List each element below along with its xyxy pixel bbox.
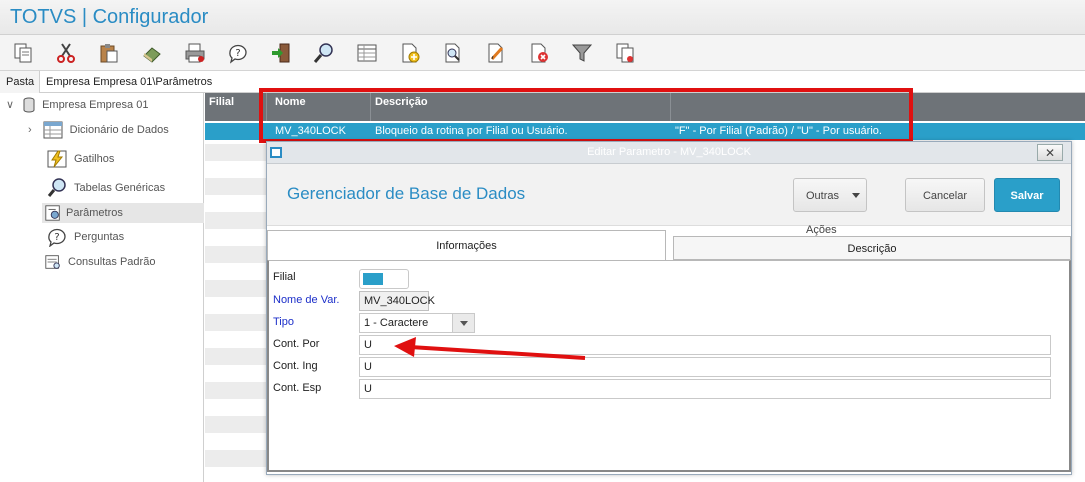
tree-item-consultas[interactable]: Consultas Padrão bbox=[44, 252, 155, 272]
tree-item-dicionario[interactable]: › Dicionário de Dados bbox=[28, 120, 169, 140]
expand-icon[interactable]: › bbox=[28, 120, 32, 140]
tab-label: Descrição bbox=[847, 243, 897, 255]
dialog-header-title: Gerenciador de Base de Dados bbox=[287, 184, 526, 203]
eraser-icon[interactable] bbox=[139, 40, 165, 66]
tree-item-parametros[interactable]: Parâmetros bbox=[42, 203, 204, 223]
question-icon: ? bbox=[46, 227, 68, 247]
tipo-select[interactable]: 1 - Caractere bbox=[359, 313, 475, 333]
cont-por-label: Cont. Por bbox=[273, 338, 320, 350]
lightning-icon bbox=[46, 149, 68, 169]
navigation-tree: ∨ Empresa Empresa 01 › Dicionário de Dad… bbox=[0, 93, 204, 482]
filial-label: Filial bbox=[273, 271, 296, 283]
close-button[interactable]: ✕ bbox=[1037, 144, 1063, 161]
cell-filial bbox=[205, 123, 267, 140]
tree-item-gatilhos[interactable]: Gatilhos bbox=[46, 149, 114, 169]
tab-descricao[interactable]: Descrição bbox=[673, 236, 1071, 260]
filter-icon[interactable] bbox=[569, 40, 595, 66]
collapse-icon[interactable]: ∨ bbox=[6, 95, 14, 115]
dialog-header: Gerenciador de Base de Dados Outras Açõe… bbox=[267, 164, 1071, 236]
row-stripe bbox=[205, 212, 267, 229]
search-icon[interactable] bbox=[311, 40, 337, 66]
dialog-tabs: Informações Descrição bbox=[267, 230, 1071, 260]
tree-item-label: Tabelas Genéricas bbox=[74, 182, 166, 194]
search-icon bbox=[46, 178, 68, 198]
table-icon bbox=[42, 120, 64, 140]
cont-ing-field[interactable]: U bbox=[359, 357, 1051, 377]
parameters-icon bbox=[44, 203, 62, 223]
tree-item-label: Consultas Padrão bbox=[68, 256, 156, 268]
more-actions-button[interactable]: Outras Ações bbox=[793, 178, 867, 236]
cancel-button[interactable]: Cancelar bbox=[905, 178, 985, 212]
row-stripe bbox=[205, 280, 267, 297]
print-icon[interactable] bbox=[182, 40, 208, 66]
tree-item-label: Parâmetros bbox=[66, 207, 123, 219]
query-icon bbox=[44, 252, 62, 272]
chevron-down-icon bbox=[852, 193, 860, 198]
dialog-title-bar[interactable]: Editar Parametro - MV_340LOCK ✕ bbox=[267, 142, 1071, 164]
tree-item-label: Perguntas bbox=[74, 231, 125, 243]
cut-icon[interactable] bbox=[53, 40, 79, 66]
chevron-down-icon[interactable] bbox=[452, 314, 474, 332]
add-document-icon[interactable] bbox=[397, 40, 423, 66]
help-icon[interactable]: ? bbox=[225, 40, 251, 66]
tab-label: Informações bbox=[436, 240, 497, 252]
edit-parameter-dialog: Editar Parametro - MV_340LOCK ✕ Gerencia… bbox=[266, 141, 1072, 475]
cont-por-field[interactable]: U bbox=[359, 335, 1051, 355]
dialog-title: Editar Parametro - MV_340LOCK bbox=[587, 146, 751, 158]
highlight-box bbox=[259, 88, 913, 143]
tipo-value: 1 - Caractere bbox=[364, 317, 429, 329]
tree-item-tabelas[interactable]: Tabelas Genéricas bbox=[46, 178, 165, 198]
close-icon: ✕ bbox=[1044, 145, 1056, 160]
tab-informacoes[interactable]: Informações bbox=[267, 230, 666, 260]
nome-label: Nome de Var. bbox=[273, 294, 340, 306]
edit-icon[interactable] bbox=[483, 40, 509, 66]
paste-icon[interactable] bbox=[96, 40, 122, 66]
app-title: TOTVS | Configurador bbox=[10, 6, 209, 28]
database-icon bbox=[22, 95, 36, 115]
table-icon[interactable] bbox=[354, 40, 380, 66]
filial-toggle[interactable] bbox=[359, 269, 409, 289]
row-stripe bbox=[205, 144, 267, 161]
tree-root-label: Empresa Empresa 01 bbox=[42, 99, 149, 111]
nome-field[interactable]: MV_340LOCK bbox=[359, 291, 435, 311]
title-bar: TOTVS | Configurador bbox=[0, 0, 1085, 35]
save-button[interactable]: Salvar bbox=[994, 178, 1060, 212]
row-stripe bbox=[205, 178, 267, 195]
cont-esp-field[interactable]: U bbox=[359, 379, 1051, 399]
column-filial[interactable]: Filial bbox=[205, 93, 267, 121]
folder-path: Empresa Empresa 01\Parâmetros bbox=[46, 76, 213, 88]
row-stripe bbox=[205, 348, 267, 365]
tree-root-company[interactable]: ∨ Empresa Empresa 01 bbox=[6, 95, 148, 115]
row-stripe bbox=[205, 382, 267, 399]
row-stripe bbox=[205, 416, 267, 433]
delete-document-icon[interactable] bbox=[526, 40, 552, 66]
toolbar: ? bbox=[0, 35, 1085, 71]
folder-label: Pasta bbox=[0, 71, 40, 93]
tree-item-label: Dicionário de Dados bbox=[69, 124, 169, 136]
tree-item-perguntas[interactable]: ? Perguntas bbox=[46, 227, 124, 247]
preview-icon[interactable] bbox=[440, 40, 466, 66]
row-stripe bbox=[205, 314, 267, 331]
tipo-label: Tipo bbox=[273, 316, 294, 328]
documents-icon[interactable] bbox=[612, 40, 638, 66]
toggle-knob bbox=[363, 273, 383, 285]
row-stripe bbox=[205, 246, 267, 263]
tree-item-label: Gatilhos bbox=[74, 153, 115, 165]
row-stripe bbox=[205, 450, 267, 467]
svg-text:?: ? bbox=[54, 232, 59, 243]
cont-ing-label: Cont. Ing bbox=[273, 360, 318, 372]
cont-esp-label: Cont. Esp bbox=[273, 382, 322, 394]
copy-icon[interactable] bbox=[10, 40, 36, 66]
svg-text:?: ? bbox=[235, 48, 240, 59]
exit-icon[interactable] bbox=[268, 40, 294, 66]
parameter-form: Filial Nome de Var. MV_340LOCK Tipo 1 - … bbox=[267, 260, 1071, 472]
